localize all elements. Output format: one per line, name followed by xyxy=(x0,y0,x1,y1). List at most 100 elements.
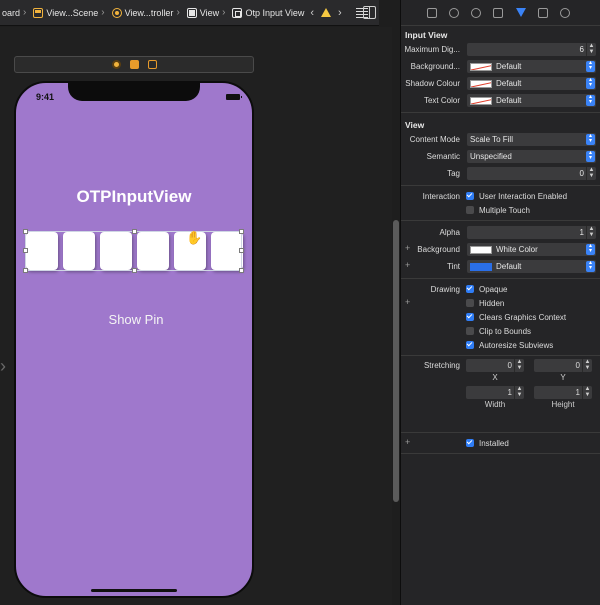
checkbox-label: Hidden xyxy=(479,298,505,308)
view-background-popup[interactable]: White Color ▴ ▾ xyxy=(467,243,596,256)
multiple-touch-checkbox[interactable] xyxy=(466,206,474,214)
exit-icon[interactable] xyxy=(147,60,157,69)
first-responder-icon[interactable] xyxy=(129,60,139,69)
stepper-icon[interactable]: ▲ ▼ xyxy=(582,386,592,399)
plus-icon[interactable]: + xyxy=(405,437,410,447)
clears-graphics-checkbox[interactable] xyxy=(466,313,474,321)
stepper-icon[interactable]: ▲ ▼ xyxy=(514,359,524,372)
checkbox-label: Multiple Touch xyxy=(479,205,530,215)
max-digits-field[interactable]: 6 ▲ ▼ xyxy=(467,43,596,56)
field-value: 1 xyxy=(507,388,512,397)
shadow-color-popup[interactable]: Default ▴ ▾ xyxy=(467,77,596,90)
hidden-checkbox[interactable] xyxy=(466,299,474,307)
divider xyxy=(401,278,600,279)
color-swatch-icon xyxy=(470,262,492,271)
selection-outline xyxy=(23,229,244,273)
chevron-right-icon: › xyxy=(222,7,226,18)
section-title-view: View xyxy=(405,120,425,130)
size-inspector-icon[interactable] xyxy=(537,7,548,18)
popup-arrows-icon[interactable]: ▴ ▾ xyxy=(586,150,595,162)
autoresize-checkbox[interactable] xyxy=(466,341,474,349)
resize-handle[interactable] xyxy=(239,268,244,273)
popup-arrows-icon[interactable]: ▴ ▾ xyxy=(586,243,595,255)
field-label: Content Mode xyxy=(409,135,460,144)
view-controller-icon xyxy=(111,7,122,18)
stepper-icon[interactable]: ▲ ▼ xyxy=(586,226,596,239)
breadcrumb-scene[interactable]: View...Scene › xyxy=(31,7,109,18)
color-swatch-icon xyxy=(470,79,492,88)
hidden-row: + Hidden xyxy=(401,296,600,310)
field-value: Default xyxy=(496,96,522,105)
breadcrumb-view[interactable]: View › xyxy=(185,7,231,18)
field-value: White Color xyxy=(496,245,538,254)
content-mode-popup[interactable]: Scale To Fill ▴ ▾ xyxy=(467,133,596,146)
background-color-popup[interactable]: Default ▴ ▾ xyxy=(467,60,596,73)
chevron-left-icon[interactable]: ‹ xyxy=(310,7,314,19)
breadcrumb-otp-input-view[interactable]: Otp Input View xyxy=(230,7,306,18)
attributes-inspector-icon[interactable] xyxy=(515,8,526,17)
popup-arrows-icon[interactable]: ▴ ▾ xyxy=(586,94,595,106)
field-label: Stretching xyxy=(423,361,460,370)
history-inspector-icon[interactable] xyxy=(449,7,460,18)
chevron-right-icon[interactable]: › xyxy=(338,7,342,19)
stepper-icon[interactable]: ▲ ▼ xyxy=(514,386,524,399)
popup-arrows-icon[interactable]: ▴ ▾ xyxy=(586,77,595,89)
resize-handle[interactable] xyxy=(239,248,244,253)
stretch-y-field[interactable]: 0 ▲ ▼ xyxy=(534,359,592,372)
user-interaction-checkbox[interactable] xyxy=(466,192,474,200)
tint-popup[interactable]: Default ▴ ▾ xyxy=(467,260,596,273)
opaque-checkbox[interactable] xyxy=(466,285,474,293)
show-pin-button[interactable]: Show Pin xyxy=(16,312,252,327)
popup-arrows-icon[interactable]: ▴ ▾ xyxy=(586,260,595,272)
field-value: 0 xyxy=(579,169,584,178)
view-controller-icon[interactable] xyxy=(111,60,121,69)
warning-icon[interactable] xyxy=(321,8,332,17)
resize-handle[interactable] xyxy=(132,229,137,234)
quick-help-icon[interactable] xyxy=(471,7,482,18)
identity-inspector-icon[interactable] xyxy=(493,7,504,18)
semantic-popup[interactable]: Unspecified ▴ ▾ xyxy=(467,150,596,163)
stepper-icon[interactable]: ▲ ▼ xyxy=(582,359,592,372)
alpha-field[interactable]: 1 ▲ ▼ xyxy=(467,226,596,239)
resize-handle[interactable] xyxy=(239,229,244,234)
iphone-scene[interactable]: 9:41 OTPInputView ✋ Show Pin xyxy=(14,81,254,598)
field-value: Default xyxy=(496,262,522,271)
resize-handle[interactable] xyxy=(132,268,137,273)
text-color-popup[interactable]: Default ▴ ▾ xyxy=(467,94,596,107)
stretch-height-field[interactable]: 1 ▲ ▼ xyxy=(534,386,592,399)
connections-inspector-icon[interactable] xyxy=(559,7,570,18)
toggle-inspector-icon[interactable] xyxy=(363,6,376,19)
chevron-right-icon: › xyxy=(176,7,180,18)
plus-icon[interactable]: + xyxy=(405,243,410,253)
field-value: Default xyxy=(496,62,522,71)
popup-arrows-icon[interactable]: ▴ ▾ xyxy=(586,60,595,72)
stretch-x-field[interactable]: 0 ▲ ▼ xyxy=(466,359,524,372)
view-icon xyxy=(186,7,197,18)
resize-handle[interactable] xyxy=(23,248,28,253)
plus-icon[interactable]: + xyxy=(405,260,410,270)
tag-field[interactable]: 0 ▲ ▼ xyxy=(467,167,596,180)
breadcrumb-storyboard[interactable]: oard › xyxy=(0,7,31,18)
resize-handle[interactable] xyxy=(23,229,28,234)
tint-row: + Tint Default ▴ ▾ xyxy=(401,258,600,275)
breadcrumb-view-controller[interactable]: View...troller › xyxy=(110,7,185,18)
stepper-icon[interactable]: ▲ ▼ xyxy=(586,43,596,56)
max-digits-row: Maximum Dig... 6 ▲ ▼ xyxy=(401,41,600,58)
canvas-scrollbar[interactable] xyxy=(393,220,399,502)
stepper-icon[interactable]: ▲ ▼ xyxy=(586,167,596,180)
otp-title-label[interactable]: OTPInputView xyxy=(16,187,252,207)
checkbox-label: Autoresize Subviews xyxy=(479,340,554,350)
resize-handle[interactable] xyxy=(23,268,28,273)
plus-icon[interactable]: + xyxy=(405,297,410,307)
clip-to-bounds-checkbox[interactable] xyxy=(466,327,474,335)
popup-arrows-icon[interactable]: ▴ ▾ xyxy=(586,133,595,145)
section-title-input-view: Input View xyxy=(405,30,448,40)
field-value: 1 xyxy=(575,388,580,397)
stretch-width-field[interactable]: 1 ▲ ▼ xyxy=(466,386,524,399)
field-label: Drawing xyxy=(430,284,460,294)
divider xyxy=(401,220,600,221)
color-swatch-icon xyxy=(470,62,492,71)
x-label: X xyxy=(492,373,498,382)
installed-checkbox[interactable] xyxy=(466,439,474,447)
file-inspector-icon[interactable] xyxy=(427,7,438,18)
